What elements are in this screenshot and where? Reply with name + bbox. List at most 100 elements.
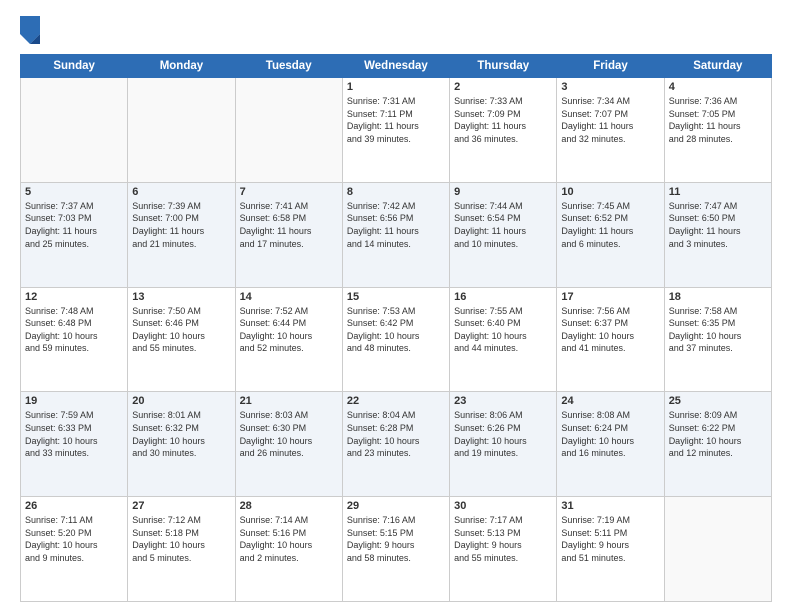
calendar-day-cell: [128, 78, 235, 183]
col-header-monday: Monday: [128, 55, 235, 78]
day-number: 1: [347, 81, 445, 93]
calendar-table: SundayMondayTuesdayWednesdayThursdayFrid…: [20, 54, 772, 602]
logo-icon: [20, 16, 40, 44]
day-content: Sunrise: 7:45 AM Sunset: 6:52 PM Dayligh…: [561, 200, 659, 250]
calendar-day-cell: 19 Sunrise: 7:59 AM Sunset: 6:33 PM Dayli…: [21, 392, 128, 497]
calendar-day-cell: 14 Sunrise: 7:52 AM Sunset: 6:44 PM Dayli…: [235, 287, 342, 392]
day-number: 31: [561, 500, 659, 512]
day-number: 26: [25, 500, 123, 512]
calendar-day-cell: 1 Sunrise: 7:31 AM Sunset: 7:11 PM Daylig…: [342, 78, 449, 183]
calendar-day-cell: 3 Sunrise: 7:34 AM Sunset: 7:07 PM Daylig…: [557, 78, 664, 183]
day-content: Sunrise: 7:44 AM Sunset: 6:54 PM Dayligh…: [454, 200, 552, 250]
day-content: Sunrise: 7:14 AM Sunset: 5:16 PM Dayligh…: [240, 514, 338, 564]
day-content: Sunrise: 7:47 AM Sunset: 6:50 PM Dayligh…: [669, 200, 767, 250]
day-content: Sunrise: 7:31 AM Sunset: 7:11 PM Dayligh…: [347, 95, 445, 145]
calendar-day-cell: 15 Sunrise: 7:53 AM Sunset: 6:42 PM Dayli…: [342, 287, 449, 392]
day-content: Sunrise: 8:04 AM Sunset: 6:28 PM Dayligh…: [347, 409, 445, 459]
day-number: 15: [347, 291, 445, 303]
day-content: Sunrise: 7:36 AM Sunset: 7:05 PM Dayligh…: [669, 95, 767, 145]
col-header-friday: Friday: [557, 55, 664, 78]
day-content: Sunrise: 7:39 AM Sunset: 7:00 PM Dayligh…: [132, 200, 230, 250]
day-number: 14: [240, 291, 338, 303]
day-content: Sunrise: 8:06 AM Sunset: 6:26 PM Dayligh…: [454, 409, 552, 459]
day-content: Sunrise: 7:58 AM Sunset: 6:35 PM Dayligh…: [669, 305, 767, 355]
day-content: Sunrise: 7:52 AM Sunset: 6:44 PM Dayligh…: [240, 305, 338, 355]
col-header-wednesday: Wednesday: [342, 55, 449, 78]
calendar-day-cell: 13 Sunrise: 7:50 AM Sunset: 6:46 PM Dayli…: [128, 287, 235, 392]
day-number: 30: [454, 500, 552, 512]
day-number: 5: [25, 186, 123, 198]
day-content: Sunrise: 8:01 AM Sunset: 6:32 PM Dayligh…: [132, 409, 230, 459]
calendar-week-row: 12 Sunrise: 7:48 AM Sunset: 6:48 PM Dayli…: [21, 287, 772, 392]
day-number: 10: [561, 186, 659, 198]
calendar-day-cell: 28Sunrise: 7:14 AM Sunset: 5:16 PM Dayli…: [235, 497, 342, 602]
calendar-day-cell: 24 Sunrise: 8:08 AM Sunset: 6:24 PM Dayli…: [557, 392, 664, 497]
day-number: 27: [132, 500, 230, 512]
day-content: Sunrise: 7:17 AM Sunset: 5:13 PM Dayligh…: [454, 514, 552, 564]
calendar-day-cell: 6Sunrise: 7:39 AM Sunset: 7:00 PM Daylig…: [128, 182, 235, 287]
day-content: Sunrise: 7:53 AM Sunset: 6:42 PM Dayligh…: [347, 305, 445, 355]
calendar-day-cell: 10 Sunrise: 7:45 AM Sunset: 6:52 PM Dayli…: [557, 182, 664, 287]
day-number: 9: [454, 186, 552, 198]
calendar-day-cell: 18 Sunrise: 7:58 AM Sunset: 6:35 PM Dayli…: [664, 287, 771, 392]
day-number: 8: [347, 186, 445, 198]
day-number: 25: [669, 395, 767, 407]
day-content: Sunrise: 7:41 AM Sunset: 6:58 PM Dayligh…: [240, 200, 338, 250]
calendar-week-row: 26Sunrise: 7:11 AM Sunset: 5:20 PM Dayli…: [21, 497, 772, 602]
day-content: Sunrise: 7:48 AM Sunset: 6:48 PM Dayligh…: [25, 305, 123, 355]
day-content: Sunrise: 7:59 AM Sunset: 6:33 PM Dayligh…: [25, 409, 123, 459]
calendar-week-row: 5 Sunrise: 7:37 AM Sunset: 7:03 PM Daylig…: [21, 182, 772, 287]
calendar-day-cell: 20 Sunrise: 8:01 AM Sunset: 6:32 PM Dayli…: [128, 392, 235, 497]
calendar-day-cell: 4 Sunrise: 7:36 AM Sunset: 7:05 PM Daylig…: [664, 78, 771, 183]
day-content: Sunrise: 7:56 AM Sunset: 6:37 PM Dayligh…: [561, 305, 659, 355]
calendar-day-cell: 22 Sunrise: 8:04 AM Sunset: 6:28 PM Dayli…: [342, 392, 449, 497]
day-number: 20: [132, 395, 230, 407]
calendar-week-row: 19 Sunrise: 7:59 AM Sunset: 6:33 PM Dayli…: [21, 392, 772, 497]
day-number: 11: [669, 186, 767, 198]
day-content: Sunrise: 7:33 AM Sunset: 7:09 PM Dayligh…: [454, 95, 552, 145]
day-number: 17: [561, 291, 659, 303]
calendar-day-cell: 21Sunrise: 8:03 AM Sunset: 6:30 PM Dayli…: [235, 392, 342, 497]
day-content: Sunrise: 8:08 AM Sunset: 6:24 PM Dayligh…: [561, 409, 659, 459]
calendar-day-cell: [21, 78, 128, 183]
calendar-header-row: SundayMondayTuesdayWednesdayThursdayFrid…: [21, 55, 772, 78]
day-number: 4: [669, 81, 767, 93]
day-content: Sunrise: 7:37 AM Sunset: 7:03 PM Dayligh…: [25, 200, 123, 250]
calendar-day-cell: 25 Sunrise: 8:09 AM Sunset: 6:22 PM Dayli…: [664, 392, 771, 497]
day-number: 24: [561, 395, 659, 407]
calendar-day-cell: [664, 497, 771, 602]
calendar-day-cell: 11 Sunrise: 7:47 AM Sunset: 6:50 PM Dayli…: [664, 182, 771, 287]
calendar-day-cell: 29Sunrise: 7:16 AM Sunset: 5:15 PM Dayli…: [342, 497, 449, 602]
day-number: 22: [347, 395, 445, 407]
calendar-week-row: 1 Sunrise: 7:31 AM Sunset: 7:11 PM Daylig…: [21, 78, 772, 183]
calendar-day-cell: 27Sunrise: 7:12 AM Sunset: 5:18 PM Dayli…: [128, 497, 235, 602]
col-header-sunday: Sunday: [21, 55, 128, 78]
day-number: 12: [25, 291, 123, 303]
day-content: Sunrise: 7:55 AM Sunset: 6:40 PM Dayligh…: [454, 305, 552, 355]
calendar-day-cell: 7 Sunrise: 7:41 AM Sunset: 6:58 PM Daylig…: [235, 182, 342, 287]
calendar-day-cell: 2 Sunrise: 7:33 AM Sunset: 7:09 PM Daylig…: [450, 78, 557, 183]
day-content: Sunrise: 7:34 AM Sunset: 7:07 PM Dayligh…: [561, 95, 659, 145]
day-number: 23: [454, 395, 552, 407]
day-number: 18: [669, 291, 767, 303]
calendar-day-cell: 26Sunrise: 7:11 AM Sunset: 5:20 PM Dayli…: [21, 497, 128, 602]
day-content: Sunrise: 7:50 AM Sunset: 6:46 PM Dayligh…: [132, 305, 230, 355]
day-number: 19: [25, 395, 123, 407]
calendar-day-cell: 31 Sunrise: 7:19 AM Sunset: 5:11 PM Dayli…: [557, 497, 664, 602]
day-number: 7: [240, 186, 338, 198]
col-header-thursday: Thursday: [450, 55, 557, 78]
day-content: Sunrise: 7:19 AM Sunset: 5:11 PM Dayligh…: [561, 514, 659, 564]
calendar-day-cell: 17 Sunrise: 7:56 AM Sunset: 6:37 PM Dayli…: [557, 287, 664, 392]
calendar-day-cell: 23 Sunrise: 8:06 AM Sunset: 6:26 PM Dayli…: [450, 392, 557, 497]
calendar-page: SundayMondayTuesdayWednesdayThursdayFrid…: [0, 0, 792, 612]
day-content: Sunrise: 8:03 AM Sunset: 6:30 PM Dayligh…: [240, 409, 338, 459]
day-number: 13: [132, 291, 230, 303]
day-content: Sunrise: 8:09 AM Sunset: 6:22 PM Dayligh…: [669, 409, 767, 459]
col-header-saturday: Saturday: [664, 55, 771, 78]
col-header-tuesday: Tuesday: [235, 55, 342, 78]
day-number: 3: [561, 81, 659, 93]
day-number: 29: [347, 500, 445, 512]
calendar-day-cell: 9 Sunrise: 7:44 AM Sunset: 6:54 PM Daylig…: [450, 182, 557, 287]
logo: [20, 16, 44, 44]
day-number: 2: [454, 81, 552, 93]
